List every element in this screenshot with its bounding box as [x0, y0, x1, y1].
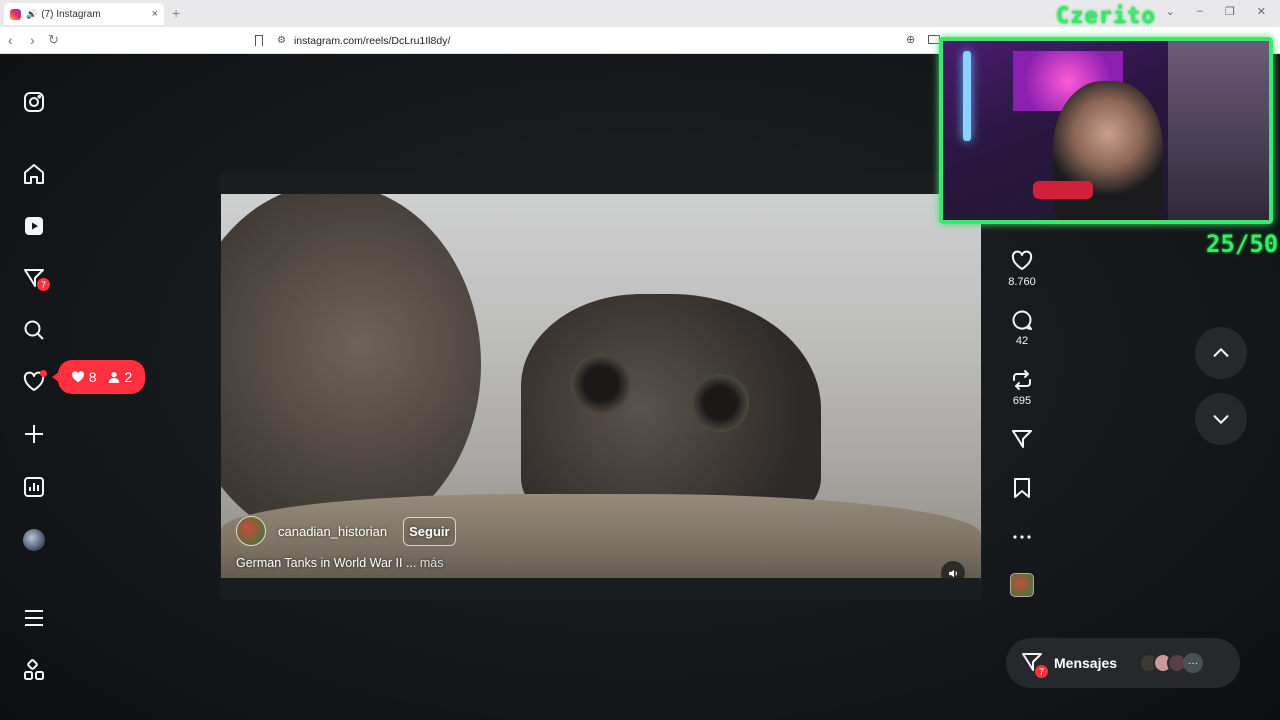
forward-icon[interactable]: › — [30, 32, 35, 48]
video-scene-binocular — [571, 354, 631, 414]
more-apps-icon[interactable] — [20, 656, 48, 684]
caption-text: German Tanks in World War II ... — [236, 556, 417, 570]
audio-action[interactable] — [1002, 573, 1042, 597]
zoom-icon[interactable]: ⊕ — [906, 33, 915, 46]
repost-count: 695 — [1012, 395, 1032, 407]
share-action[interactable] — [1002, 427, 1042, 451]
maximize-button[interactable]: ❐ — [1225, 5, 1235, 18]
repost-icon — [1013, 370, 1031, 390]
goal-counter: 25/50 — [1206, 230, 1279, 258]
video-scene-shield — [221, 194, 481, 544]
close-window-button[interactable]: ✕ — [1257, 5, 1266, 18]
messages-icon[interactable]: 7 — [20, 264, 51, 292]
back-icon[interactable]: ‹ — [8, 32, 13, 48]
activity-bubble[interactable]: 8 2 — [52, 360, 145, 394]
bookmark-icon — [1014, 478, 1030, 498]
tab-title: (7) Instagram — [41, 8, 101, 20]
comment-count: 42 — [1015, 335, 1029, 347]
new-tab-button[interactable]: + — [172, 5, 180, 21]
like-action[interactable]: 8.760 — [1002, 249, 1042, 288]
share-icon — [1012, 430, 1032, 448]
more-options-action[interactable] — [1002, 525, 1042, 549]
sidebar-nav: 7 — [0, 54, 68, 720]
browser-tab[interactable]: 🔊 (7) Instagram × — [4, 3, 164, 25]
menu-icon[interactable] — [20, 604, 48, 632]
comment-action[interactable]: 42 — [1002, 308, 1042, 347]
likes-notification: 8 — [71, 369, 97, 385]
repost-action[interactable]: 695 — [1002, 368, 1042, 407]
heart-icon — [1011, 250, 1033, 270]
more-avatars-icon: ··· — [1183, 653, 1204, 673]
webcam-overlay — [939, 37, 1273, 224]
reload-icon[interactable]: ↻ — [48, 32, 59, 48]
webcam-background — [1168, 41, 1269, 220]
streamer-name: Czerito — [1056, 4, 1156, 29]
tab-search-button[interactable]: ⌄ — [1166, 5, 1175, 18]
minimize-button[interactable]: – — [1197, 5, 1203, 18]
heart-icon — [71, 371, 84, 383]
save-action[interactable] — [1002, 476, 1042, 500]
more-icon — [1013, 535, 1031, 539]
url-field[interactable]: ⚙ instagram.com/reels/DcLru1Il8dy/ — [255, 30, 935, 51]
instagram-logo-icon[interactable] — [20, 88, 48, 116]
audio-thumbnail — [1010, 573, 1034, 597]
profile-avatar-image — [23, 529, 45, 551]
author-avatar[interactable] — [236, 516, 266, 546]
next-reel-button[interactable] — [1195, 393, 1247, 445]
close-tab-icon[interactable]: × — [152, 8, 158, 20]
followers-notification: 2 — [107, 369, 133, 385]
follow-button[interactable]: Seguir — [403, 516, 456, 546]
messages-pill-badge: 7 — [1034, 664, 1049, 679]
speaker-icon[interactable]: 🔊 — [26, 9, 37, 20]
messages-pill[interactable]: 7 Mensajes ··· — [1006, 638, 1240, 688]
reel-author: canadian_historian Seguir — [236, 516, 456, 546]
followers-count: 2 — [124, 369, 133, 385]
video-scene-soldier — [521, 294, 821, 524]
instagram-favicon-icon — [10, 8, 21, 20]
profile-avatar[interactable] — [20, 526, 48, 554]
likes-count: 8 — [88, 369, 97, 385]
reels-icon[interactable] — [20, 212, 48, 240]
messages-badge: 7 — [36, 277, 51, 292]
comment-icon — [1012, 310, 1032, 330]
dashboard-icon[interactable] — [20, 473, 48, 501]
home-icon[interactable] — [20, 160, 48, 188]
reel-caption: German Tanks in World War II ... más — [236, 556, 443, 570]
chevron-up-icon — [1213, 347, 1229, 357]
previous-reel-button[interactable] — [1195, 327, 1247, 379]
chevron-down-icon — [1213, 415, 1229, 425]
person-icon — [108, 372, 119, 383]
notification-dot — [40, 370, 47, 377]
video-scene-binocular — [691, 374, 749, 432]
caption-more-link[interactable]: más — [416, 556, 444, 570]
messages-pill-icon: 7 — [1020, 650, 1049, 679]
bookmark-icon[interactable] — [255, 35, 263, 46]
window-controls: ⌄ – ❐ ✕ — [1166, 5, 1266, 18]
mute-button[interactable] — [941, 561, 965, 585]
messages-label: Mensajes — [1054, 655, 1118, 671]
webcam-microphone — [1033, 181, 1093, 199]
notifications-icon[interactable] — [20, 368, 48, 396]
author-username[interactable]: canadian_historian — [278, 524, 387, 539]
like-count: 8.760 — [1008, 276, 1036, 288]
messages-avatars: ··· — [1139, 653, 1204, 673]
speaker-icon — [948, 569, 957, 577]
url-text: instagram.com/reels/DcLru1Il8dy/ — [293, 34, 451, 47]
create-icon[interactable] — [20, 420, 48, 448]
webcam-person — [1053, 81, 1163, 220]
search-icon[interactable] — [20, 316, 48, 344]
site-info-icon[interactable]: ⚙ — [277, 35, 286, 46]
webcam-light — [963, 51, 971, 141]
